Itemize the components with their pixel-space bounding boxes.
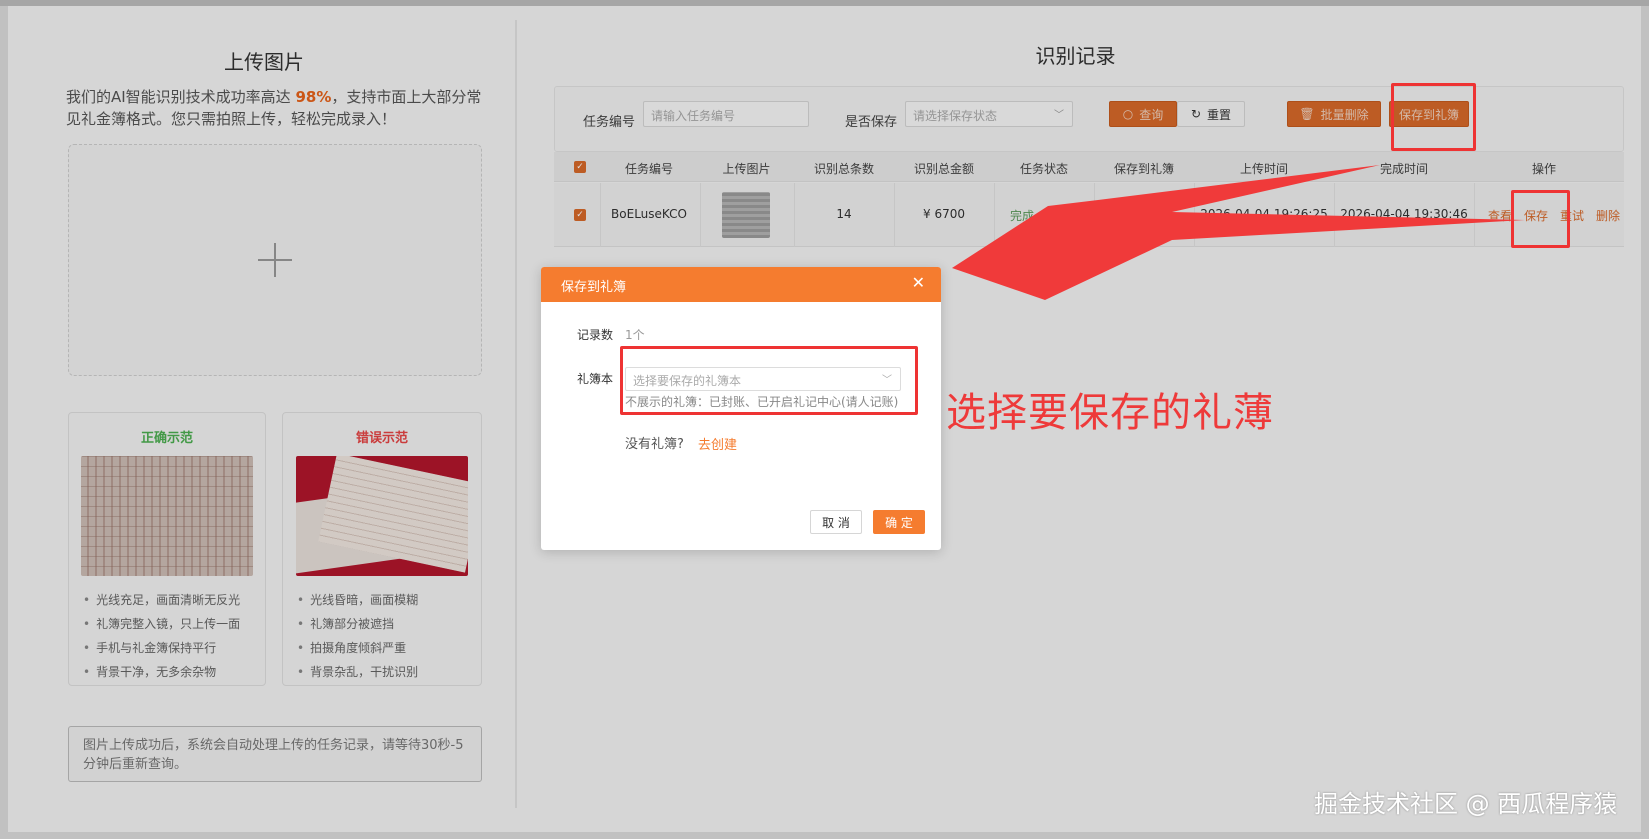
book-label: 礼簿本 [577,372,614,386]
annotation-text: 选择要保存的礼薄 [946,390,1274,436]
dialog-title: 保存到礼簿 [561,280,627,295]
close-icon[interactable]: ✕ [912,274,925,292]
cancel-button[interactable]: 取 消 [810,510,862,534]
watermark: 掘金技术社区 @ 西瓜程序猿 [1314,790,1618,818]
annotation-box-book-select [620,346,918,415]
create-book-link[interactable]: 去创建 [698,434,737,453]
arrow-shape [952,165,1525,300]
no-book-text: 没有礼簿? [625,437,684,452]
record-count-label: 记录数 [577,328,614,342]
dialog-header: 保存到礼簿 ✕ [541,267,941,302]
record-count-value: 1个 [625,328,645,342]
confirm-button[interactable]: 确 定 [873,510,925,534]
